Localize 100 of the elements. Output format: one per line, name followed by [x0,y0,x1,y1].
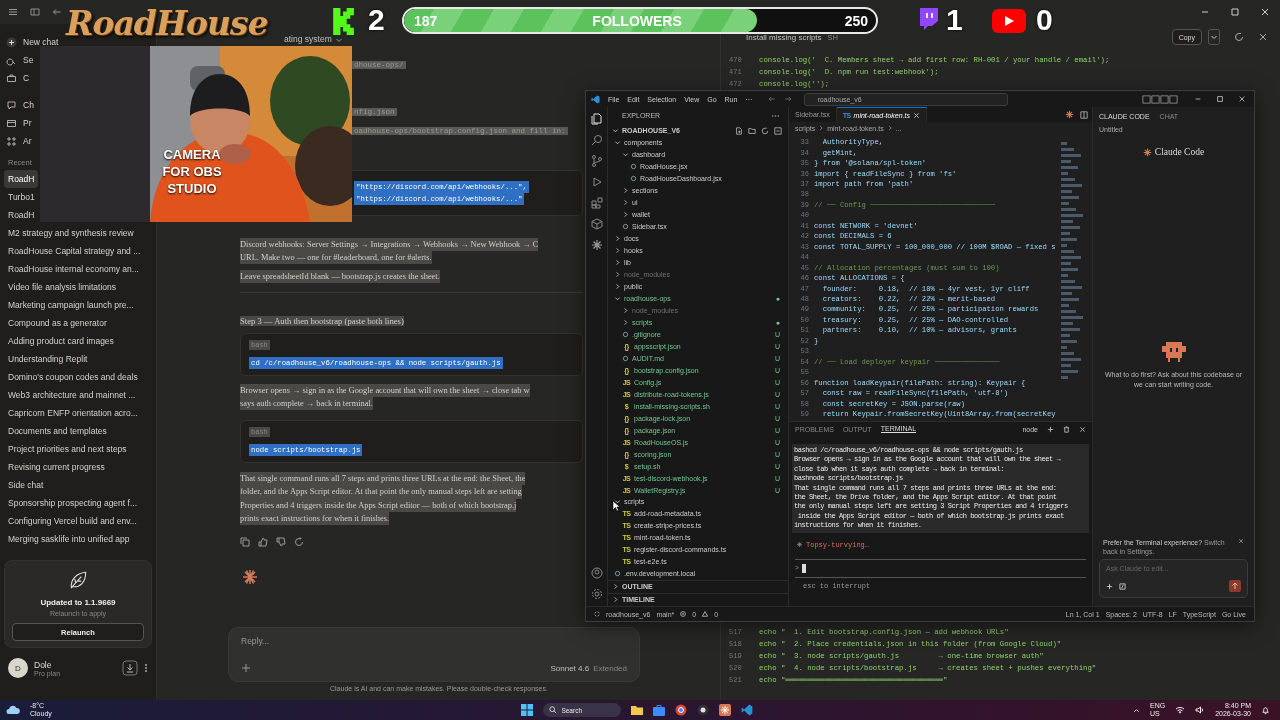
refresh-icon[interactable] [1234,32,1244,42]
chevron-up-icon[interactable] [1133,706,1140,714]
reply-field[interactable]: Reply... [241,636,627,646]
model-selector[interactable]: Sonnet 4.6 [550,663,590,673]
trash-icon[interactable] [1063,425,1070,433]
nav-item[interactable]: Se [23,55,34,65]
caret-icon[interactable] [1208,29,1220,45]
chat-history-item[interactable]: Documents and templates [4,422,111,440]
user-avatar[interactable]: D [8,658,28,678]
chat-history-item[interactable]: Compound as a generator [4,314,111,332]
account-icon[interactable] [590,567,603,579]
spark-icon[interactable] [1065,110,1074,119]
remote-icon[interactable] [594,611,600,617]
browser-icon[interactable] [675,704,688,716]
layout-icon[interactable] [1140,94,1180,104]
search-icon[interactable] [590,134,603,146]
chat-history-item[interactable]: Understanding Replit [4,350,92,368]
thumbs-up-icon[interactable] [258,537,268,548]
new-chat-link[interactable]: New chat [23,37,59,47]
thumbs-down-icon[interactable] [276,537,286,548]
new-folder-icon[interactable] [748,126,756,135]
run-icon[interactable] [590,176,603,188]
settings-icon[interactable] [590,588,603,600]
chat-history-item[interactable]: Marketing campaign launch pre... [4,296,138,314]
wifi-icon[interactable] [1175,706,1186,714]
spark-icon[interactable] [719,704,732,716]
new-file-icon[interactable] [735,126,743,135]
chat-history-item[interactable]: Web3 architecture and mainnet ... [4,386,140,404]
nav-item[interactable]: C [23,73,30,83]
forward-icon[interactable] [784,95,793,103]
bell-icon[interactable] [1261,705,1270,715]
send-button[interactable] [1229,580,1241,592]
back-icon[interactable] [768,95,777,103]
close-icon[interactable] [913,111,920,119]
branch-icon[interactable] [590,155,603,167]
close-icon[interactable] [1238,95,1246,103]
sidebar-toggle-icon[interactable] [30,7,40,17]
chevron-right-icon[interactable] [622,187,629,195]
chat-history-item[interactable]: M2 strategy and synthesis review [4,224,138,242]
chevron-right-icon[interactable] [614,235,621,243]
more-icon[interactable] [144,662,148,674]
plus-icon[interactable] [1047,425,1054,433]
extensions-icon[interactable] [590,197,603,209]
nav-item[interactable]: Ch [23,100,34,110]
collapse-icon[interactable] [774,126,782,135]
chat-history-item[interactable]: RoadHouse Capital strategy and ... [4,242,145,260]
folder-icon[interactable] [631,704,644,716]
menu-icon[interactable] [8,7,18,17]
chevron-right-icon[interactable] [622,307,629,314]
chat-history-item[interactable]: Domino's coupon codes and deals [4,368,142,386]
minimize-icon[interactable] [1194,95,1202,103]
retry-icon[interactable] [294,537,304,548]
chat-history-item[interactable]: Video file analysis limitations [4,278,121,296]
store-icon[interactable] [653,704,666,716]
spark-icon[interactable] [590,239,603,251]
chevron-right-icon[interactable] [614,283,621,291]
plus-icon[interactable] [241,663,251,673]
chevron-down-icon[interactable] [614,498,621,506]
chat-history-item[interactable]: Merging sasklife into unified app [4,530,134,548]
chat-history-item[interactable]: Adding product card images [4,332,118,350]
files-icon[interactable] [590,113,603,125]
maximize-icon[interactable] [1216,95,1224,103]
back-icon[interactable] [52,7,62,17]
chevron-right-icon[interactable] [622,211,629,219]
cloud-icon[interactable] [6,705,20,715]
cube-icon[interactable] [590,218,603,230]
chat-history-item[interactable]: Capricorn ENFP orientation acro... [4,404,142,422]
chevron-right-icon[interactable] [614,271,621,279]
chevron-right-icon[interactable] [614,247,621,255]
refresh-icon[interactable] [761,126,769,135]
warning-icon[interactable] [702,611,709,617]
code-editor-icon[interactable] [741,704,754,716]
chat-history-item[interactable]: Revising current progress [4,458,109,476]
copy-icon[interactable] [240,537,250,548]
nav-item[interactable]: Ar [23,136,32,146]
split-editor-icon[interactable] [1080,110,1088,119]
chevron-right-icon[interactable] [614,259,621,267]
chat-history-item[interactable]: RoadH [4,206,39,224]
slash-command-icon[interactable] [1119,582,1126,590]
close-icon[interactable] [1238,538,1244,544]
download-icon[interactable] [122,660,138,676]
chevron-right-icon[interactable] [622,199,629,207]
error-icon[interactable] [680,611,687,617]
volume-icon[interactable] [1195,706,1206,714]
more-icon[interactable] [771,114,780,118]
plus-icon[interactable] [1106,582,1113,590]
chat-history-item[interactable]: Turbo1 [4,188,39,206]
nav-item[interactable]: Pr [23,118,32,128]
close-icon[interactable] [1260,7,1270,17]
windows-icon[interactable] [521,704,534,716]
close-icon[interactable] [1258,32,1268,42]
chat-history-item[interactable]: Sponsorship prospecting agent f... [4,494,141,512]
chat-history-item[interactable]: Configuring Vercel build and env... [4,512,141,530]
maximize-icon[interactable] [1230,7,1240,17]
chat-history-item[interactable]: RoadH [4,170,39,188]
chat-history-item[interactable]: Side chat [4,476,48,494]
close-icon[interactable] [1079,425,1086,433]
chevron-right-icon[interactable] [622,318,629,326]
chat-history-item[interactable]: RoadHouse internal economy an... [4,260,143,278]
record-icon[interactable] [697,704,710,716]
